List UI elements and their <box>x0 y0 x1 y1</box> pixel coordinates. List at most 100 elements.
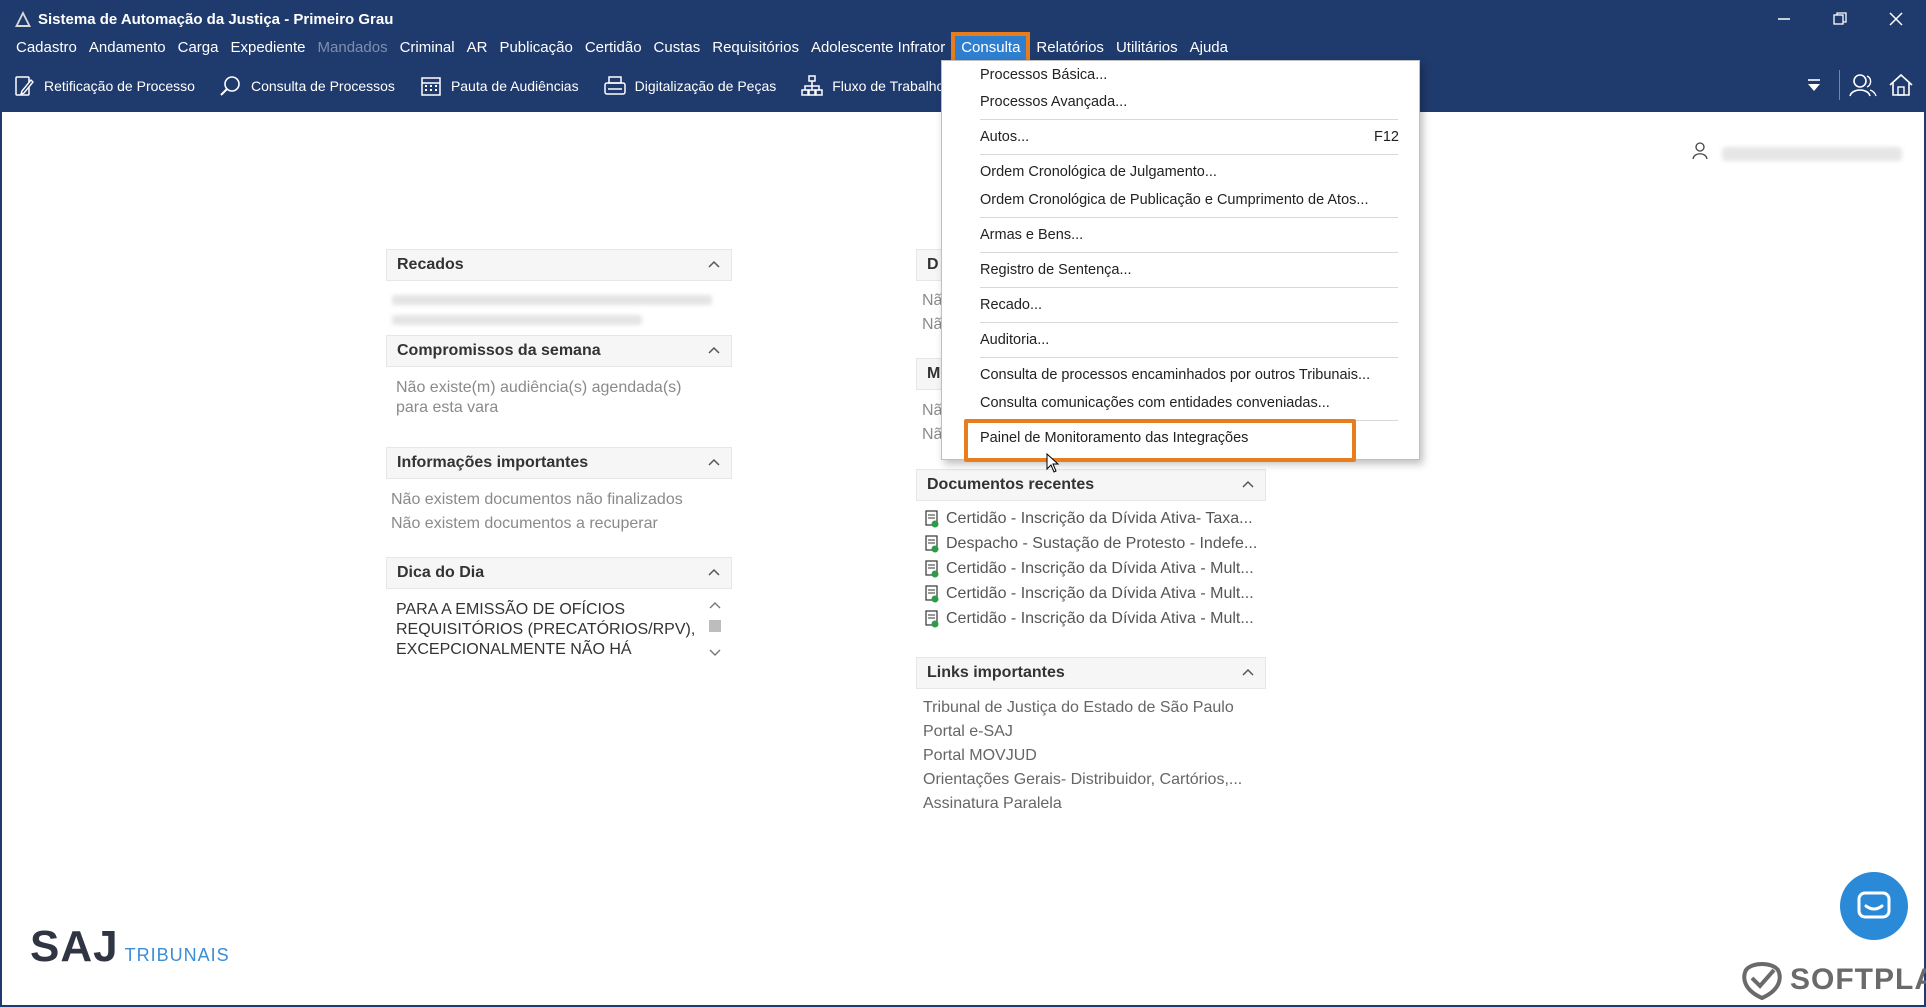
recados-redacted-line <box>392 295 712 305</box>
compromissos-title: Compromissos da semana <box>397 342 601 359</box>
documentos-panel-header[interactable]: Documentos recentes <box>916 469 1266 501</box>
menu-item-armas-bens[interactable]: Armas e Bens... <box>980 227 1083 243</box>
recados-redacted-line <box>392 315 642 325</box>
chevron-up-icon[interactable] <box>707 565 721 579</box>
menu-utilitarios[interactable]: Utilitários <box>1110 36 1184 60</box>
digitalizacao-pecas-button[interactable]: Digitalização de Peças <box>603 74 777 98</box>
window-title: Sistema de Automação da Justiça - Primei… <box>38 10 394 28</box>
fluxo-trabalho-button[interactable]: Fluxo de Trabalho <box>800 74 944 98</box>
menu-custas[interactable]: Custas <box>648 36 707 60</box>
menu-separator <box>980 322 1398 323</box>
hidden-panel-m-line1: Nã <box>922 402 943 419</box>
important-link[interactable]: Portal e-SAJ <box>923 723 1013 741</box>
compromissos-panel-header[interactable]: Compromissos da semana <box>386 335 732 367</box>
informacoes-panel-header[interactable]: Informações importantes <box>386 447 732 479</box>
pauta-label: Pauta de Audiências <box>450 78 579 94</box>
important-link[interactable]: Tribunal de Justiça do Estado de São Pau… <box>923 699 1234 717</box>
menu-bar: Cadastro Andamento Carga Expediente Mand… <box>2 32 1924 64</box>
menu-relatorios[interactable]: Relatórios <box>1030 36 1110 60</box>
edit-document-icon <box>12 74 36 98</box>
toolbar-right <box>1791 70 1916 100</box>
home-icon[interactable] <box>1886 70 1916 100</box>
toolbar-separator <box>1839 70 1840 100</box>
recent-document-item[interactable]: Certidão - Inscrição da Dívida Ativa- Ta… <box>924 510 1253 528</box>
user-info <box>1692 142 1902 165</box>
chevron-up-icon[interactable] <box>1241 477 1255 491</box>
title-bar: Sistema de Automação da Justiça - Primei… <box>2 2 1924 36</box>
menu-item-auditoria[interactable]: Auditoria... <box>980 332 1049 348</box>
menu-cadastro[interactable]: Cadastro <box>10 36 83 60</box>
informacoes-line1: Não existem documentos não finalizados <box>391 491 683 508</box>
menu-item-autos[interactable]: Autos... <box>980 129 1029 145</box>
menu-publicacao[interactable]: Publicação <box>493 36 578 60</box>
menu-consulta[interactable]: Consulta <box>951 32 1031 64</box>
menu-adolescente-infrator[interactable]: Adolescente Infrator <box>805 36 951 60</box>
menu-carga[interactable]: Carga <box>172 36 225 60</box>
pauta-audiencias-button[interactable]: Pauta de Audiências <box>419 74 579 98</box>
important-link[interactable]: Orientações Gerais- Distribuidor, Cartór… <box>923 771 1242 789</box>
compromissos-empty-line2: para esta vara <box>396 399 499 416</box>
menu-item-processos-outros-tribunais[interactable]: Consulta de processos encaminhados por o… <box>980 367 1370 383</box>
users-icon[interactable] <box>1848 70 1878 100</box>
chevron-up-icon[interactable] <box>707 257 721 271</box>
minimize-button[interactable] <box>1756 2 1812 36</box>
workflow-icon <box>800 74 824 98</box>
menu-separator <box>980 154 1398 155</box>
menu-criminal[interactable]: Criminal <box>394 36 461 60</box>
digitalizacao-label: Digitalização de Peças <box>634 78 777 94</box>
important-link[interactable]: Assinatura Paralela <box>923 795 1062 813</box>
scanner-icon <box>603 74 627 98</box>
menu-certidao[interactable]: Certidão <box>579 36 648 60</box>
menu-expediente[interactable]: Expediente <box>224 36 311 60</box>
menu-separator <box>980 357 1398 358</box>
close-button[interactable] <box>1868 2 1924 36</box>
recados-panel-header[interactable]: Recados <box>386 249 732 281</box>
compromissos-empty-line1: Não existe(m) audiência(s) agendada(s) <box>396 379 682 396</box>
menu-item-recado[interactable]: Recado... <box>980 297 1042 313</box>
recent-document-label: Certidão - Inscrição da Dívida Ativa- Ta… <box>946 510 1253 527</box>
recent-document-item[interactable]: Despacho - Sustação de Protesto - Indefe… <box>924 535 1257 553</box>
consulta-processos-label: Consulta de Processos <box>250 78 395 94</box>
menu-item-processos-basica[interactable]: Processos Básica... <box>980 67 1107 83</box>
menu-item-comunicacoes-conveniadas[interactable]: Consulta comunicações com entidades conv… <box>980 395 1330 411</box>
recent-document-item[interactable]: Certidão - Inscrição da Dívida Ativa - M… <box>924 585 1254 603</box>
recent-document-item[interactable]: Certidão - Inscrição da Dívida Ativa - M… <box>924 560 1254 578</box>
menu-mandados: Mandados <box>317 39 388 56</box>
toolbar-options-icon[interactable] <box>1799 70 1829 100</box>
menu-ar[interactable]: AR <box>461 36 494 60</box>
recent-document-item[interactable]: Certidão - Inscrição da Dívida Ativa - M… <box>924 610 1254 628</box>
consulta-dropdown-menu: Processos Básica... Processos Avançada..… <box>941 60 1420 460</box>
links-title: Links importantes <box>927 664 1065 681</box>
documentos-title: Documentos recentes <box>927 476 1095 493</box>
dica-scrollbar[interactable] <box>705 600 725 660</box>
menu-separator <box>980 287 1398 288</box>
menu-separator <box>980 252 1398 253</box>
retificacao-label: Retificação de Processo <box>44 78 195 94</box>
menu-requisitorios[interactable]: Requisitórios <box>706 36 805 60</box>
chat-button[interactable] <box>1840 872 1908 940</box>
restore-button[interactable] <box>1812 2 1868 36</box>
menu-separator <box>980 217 1398 218</box>
saj-app-icon <box>14 10 32 28</box>
consulta-processos-button[interactable]: Consulta de Processos <box>219 74 395 98</box>
important-link[interactable]: Portal MOVJUD <box>923 747 1037 765</box>
signed-document-icon <box>925 560 939 578</box>
signed-document-icon <box>925 610 939 628</box>
hidden-panel-d-title: D <box>927 256 939 273</box>
menu-andamento[interactable]: Andamento <box>83 36 172 60</box>
recent-document-label: Certidão - Inscrição da Dívida Ativa - M… <box>946 560 1254 577</box>
menu-ajuda[interactable]: Ajuda <box>1184 36 1234 60</box>
dica-title: Dica do Dia <box>397 564 485 581</box>
saj-logo-subtext: TRIBUNAIS <box>124 945 230 965</box>
chevron-up-icon[interactable] <box>707 343 721 357</box>
retificacao-processo-button[interactable]: Retificação de Processo <box>12 74 195 98</box>
menu-item-ordem-publicacao[interactable]: Ordem Cronológica de Publicação e Cumpri… <box>980 192 1368 208</box>
links-panel-header[interactable]: Links importantes <box>916 657 1266 689</box>
menu-item-processos-avancada[interactable]: Processos Avançada... <box>980 94 1127 110</box>
dica-panel-header[interactable]: Dica do Dia <box>386 557 732 589</box>
menu-item-ordem-julgamento[interactable]: Ordem Cronológica de Julgamento... <box>980 164 1217 180</box>
app-window: Sistema de Automação da Justiça - Primei… <box>0 0 1926 1007</box>
menu-item-registro-sentenca[interactable]: Registro de Sentença... <box>980 262 1132 278</box>
chevron-up-icon[interactable] <box>707 455 721 469</box>
chevron-up-icon[interactable] <box>1241 665 1255 679</box>
